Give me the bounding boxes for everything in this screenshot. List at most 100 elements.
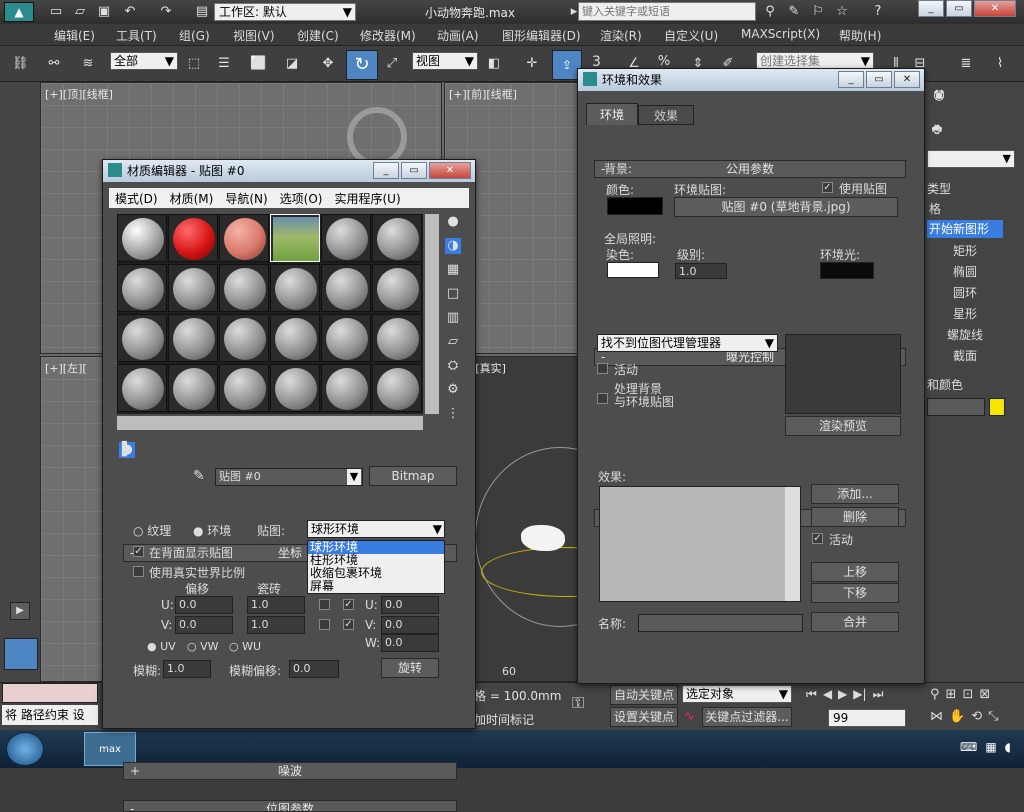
menu-modifiers[interactable]: 修改器(M)	[360, 27, 437, 44]
rotate-button[interactable]: 旋转	[381, 658, 439, 678]
effect-active-checkbox[interactable]: ✓	[812, 533, 823, 544]
menu-graph-editors[interactable]: 图形编辑器(D)	[502, 27, 600, 44]
close-button[interactable]: ✕	[429, 162, 471, 179]
section-button[interactable]: 截面	[927, 347, 1003, 365]
exposure-type-dropdown[interactable]: 找不到位图代理管理器 ▼	[597, 334, 778, 352]
sample-slot[interactable]	[372, 314, 422, 362]
vw-radio[interactable]: ○ VW	[187, 640, 219, 653]
process-bg-checkbox[interactable]	[597, 393, 608, 404]
v-tiling-field[interactable]: 1.0	[247, 616, 305, 634]
bind-space-warp-icon[interactable]: ≋	[80, 56, 96, 72]
tab-environment[interactable]: 环境	[586, 103, 638, 125]
frame-spinner[interactable]: 99	[828, 709, 906, 727]
u-angle-field[interactable]: 0.0	[381, 596, 439, 614]
sample-slot[interactable]	[219, 314, 269, 362]
map-name-dropdown[interactable]: 贴图 #0 ▼	[215, 468, 363, 486]
play-anim-icon[interactable]: ▶	[838, 687, 847, 702]
viewport-top-label[interactable]: [+][顶][线框]	[45, 86, 113, 102]
unlink-icon[interactable]: ⚯	[46, 56, 62, 72]
sample-slot[interactable]	[321, 364, 371, 412]
maximize-button[interactable]: ▭	[866, 71, 892, 88]
sample-slot[interactable]	[219, 264, 269, 312]
environ-radio[interactable]: ● 环境	[193, 522, 231, 539]
pick-from-object-icon[interactable]: ◔	[119, 442, 135, 458]
minimize-button[interactable]: _	[373, 162, 399, 179]
link-icon[interactable]: ⛓	[12, 56, 29, 72]
menu-customize[interactable]: 自定义(U)	[664, 27, 741, 44]
network-icon[interactable]: ▦	[985, 740, 996, 754]
exposure-active-checkbox[interactable]	[597, 363, 608, 374]
category-dropdown[interactable]: ▼	[927, 150, 1015, 168]
v-tile-checkbox[interactable]: ✓	[343, 619, 354, 630]
sample-slot-active[interactable]	[270, 214, 320, 262]
zoom-icon[interactable]: ⚲	[930, 687, 940, 702]
ellipse-button[interactable]: 椭圆	[927, 263, 1003, 281]
close-button[interactable]: ✕	[974, 0, 1016, 17]
key-icon[interactable]: ⚿	[572, 693, 584, 713]
scale-icon[interactable]: ⤢	[384, 56, 400, 72]
tint-color-swatch[interactable]	[607, 262, 659, 278]
sample-slot[interactable]	[372, 214, 422, 262]
undo-icon[interactable]: ↶	[122, 4, 138, 20]
video-color-check-icon[interactable]: ▥	[445, 310, 461, 326]
sample-type-icon[interactable]: ●	[445, 214, 461, 230]
sample-slot[interactable]	[117, 214, 167, 262]
name-field[interactable]	[927, 398, 985, 416]
helix-button[interactable]: 螺旋线	[927, 326, 1003, 344]
menu-rendering[interactable]: 渲染(R)	[600, 27, 664, 44]
wu-radio[interactable]: ○ WU	[229, 640, 261, 653]
background-checker-icon[interactable]: ▦	[445, 262, 461, 278]
zoom-extents-icon[interactable]: ⊡	[962, 687, 973, 702]
key-tool-icon[interactable]: ✎	[786, 4, 802, 20]
noise-rollout-header[interactable]: + 噪波	[123, 762, 457, 780]
help-icon[interactable]: ?	[870, 4, 886, 20]
env-map-button[interactable]: 贴图 #0 (草地背景.jpg)	[674, 197, 898, 217]
material-map-navigator-icon[interactable]: ⋮	[445, 406, 461, 422]
minimize-button[interactable]: _	[918, 0, 944, 17]
menu-views[interactable]: 视图(V)	[233, 27, 297, 44]
object-color-swatch[interactable]	[989, 398, 1005, 416]
v-mirror-checkbox[interactable]	[319, 619, 330, 630]
u-tiling-field[interactable]: 1.0	[247, 596, 305, 614]
pan-hand-icon[interactable]: ✋	[949, 709, 965, 724]
blur-offset-field[interactable]: 0.0	[289, 660, 339, 678]
key-filters-button[interactable]: 关键点过滤器...	[702, 707, 792, 727]
orbit-icon[interactable]: ⟲	[971, 709, 982, 724]
star-button[interactable]: 星形	[927, 305, 1003, 323]
sample-slot[interactable]	[321, 214, 371, 262]
effect-name-field[interactable]	[638, 614, 803, 632]
move-icon[interactable]: ✥	[320, 56, 336, 72]
maximize-viewport-icon[interactable]: ⤡	[988, 709, 998, 724]
menu-edit[interactable]: 编辑(E)	[54, 27, 116, 44]
ref-coord-dropdown[interactable]: 视图 ▼	[412, 52, 478, 70]
keyboard-icon[interactable]: ⌨	[960, 740, 977, 754]
menu-tools[interactable]: 工具(T)	[116, 27, 179, 44]
merge-button[interactable]: 合并	[811, 612, 899, 632]
render-preview-button[interactable]: 渲染预览	[785, 416, 901, 436]
v-offset-field[interactable]: 0.0	[175, 616, 233, 634]
close-button[interactable]: ✕	[894, 71, 920, 88]
auto-key-button[interactable]: 自动关键点	[610, 685, 678, 705]
env-dialog-titlebar[interactable]: 环境和效果 _ ▭ ✕	[578, 69, 924, 91]
menu-maxscript[interactable]: MAXScript(X)	[741, 27, 839, 44]
workspace-dropdown[interactable]: 工作区: 默认 ▼	[214, 3, 356, 21]
search-input[interactable]	[578, 2, 756, 21]
sample-slot[interactable]	[270, 314, 320, 362]
maximize-button[interactable]: ▭	[401, 162, 427, 179]
animal-model[interactable]	[521, 525, 565, 551]
window-crossing-icon[interactable]: ◪	[284, 56, 300, 72]
u-offset-field[interactable]: 0.0	[175, 596, 233, 614]
mat-menu-mode[interactable]: 模式(D)	[115, 190, 158, 207]
mapping-dropdown[interactable]: 球形环境 ▼	[307, 520, 445, 538]
select-manipulate-icon[interactable]: ✛	[524, 56, 540, 72]
new-file-icon[interactable]: ▭	[48, 4, 64, 20]
slots-vscroll[interactable]	[425, 214, 439, 414]
viewport-left-label[interactable]: [+][左][	[45, 360, 87, 376]
menu-help[interactable]: 帮助(H)	[839, 27, 899, 44]
add-time-tag[interactable]: 加时间标记	[474, 711, 534, 728]
sample-slot[interactable]	[372, 264, 422, 312]
sample-slot[interactable]	[219, 214, 269, 262]
common-params-header[interactable]: - 公用参数	[594, 160, 906, 178]
sample-slot[interactable]	[168, 364, 218, 412]
mapping-option-screen[interactable]: 屏幕	[308, 580, 444, 593]
